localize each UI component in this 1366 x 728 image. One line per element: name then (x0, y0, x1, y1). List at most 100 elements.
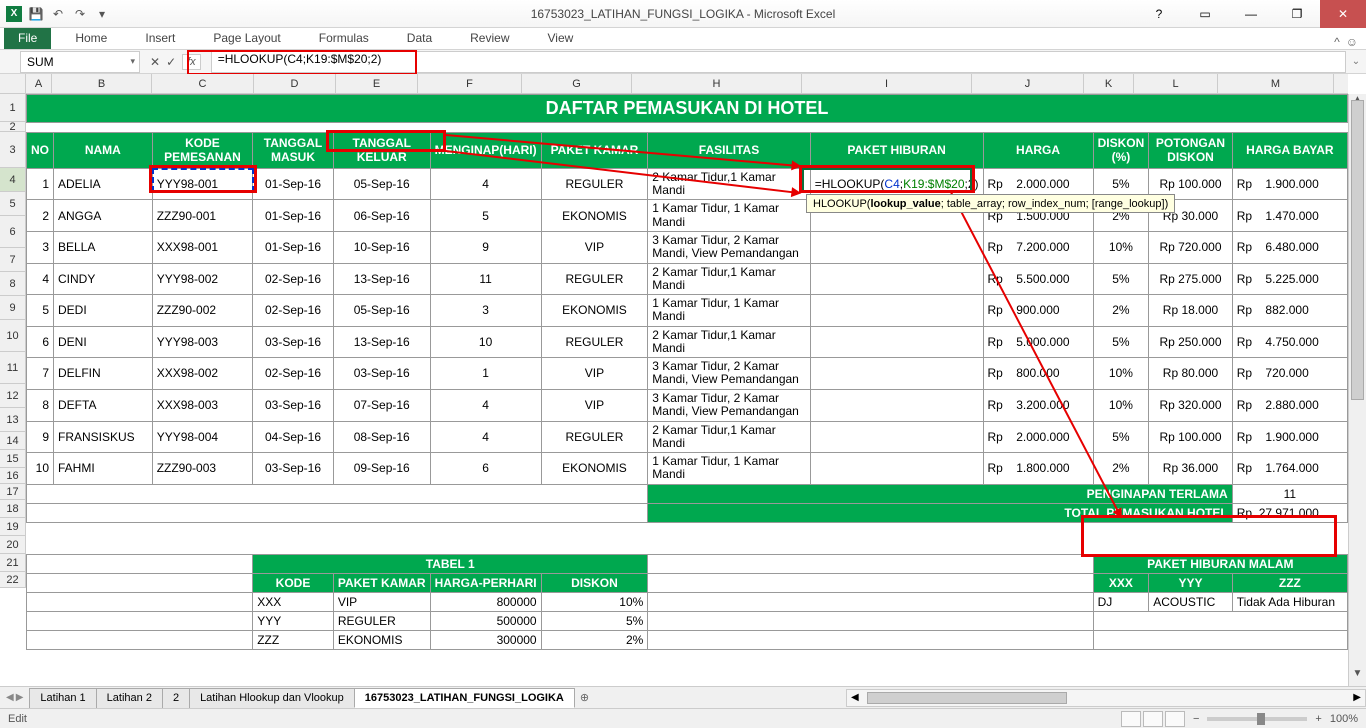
select-all-corner[interactable] (0, 74, 26, 94)
ribbon-tabs: File Home Insert Page Layout Formulas Da… (0, 28, 1366, 50)
hscroll-right-icon[interactable]: ▶ (1349, 692, 1365, 703)
qat-more-icon[interactable]: ▾ (94, 6, 110, 22)
col-header-A[interactable]: A (26, 74, 52, 93)
row-header-7[interactable]: 7 (0, 248, 26, 272)
row-header-10[interactable]: 10 (0, 320, 26, 352)
view-buttons[interactable] (1121, 711, 1185, 727)
row-header-8[interactable]: 8 (0, 272, 26, 296)
col-header-B[interactable]: B (52, 74, 152, 93)
pagelayout-view-icon[interactable] (1143, 711, 1163, 727)
fx-button[interactable]: fx (182, 54, 201, 70)
tab-view[interactable]: View (534, 27, 588, 49)
sheet-tab-0[interactable]: Latihan 1 (29, 688, 96, 708)
pagebreak-view-icon[interactable] (1165, 711, 1185, 727)
row-header-9[interactable]: 9 (0, 296, 26, 320)
col-header-M[interactable]: M (1218, 74, 1334, 93)
col-header-E[interactable]: E (336, 74, 418, 93)
ribbon-options-icon[interactable]: ▭ (1182, 0, 1228, 28)
row-header-4[interactable]: 4 (0, 168, 26, 192)
sheet-tab-1[interactable]: Latihan 2 (96, 688, 163, 708)
tab-insert[interactable]: Insert (131, 27, 189, 49)
col-header-G[interactable]: G (522, 74, 632, 93)
normal-view-icon[interactable] (1121, 711, 1141, 727)
row-header-19[interactable]: 19 (0, 518, 26, 536)
minimize-button[interactable]: — (1228, 0, 1274, 28)
row-header-13[interactable]: 13 (0, 408, 26, 432)
status-bar: Edit − + 100% (0, 708, 1366, 728)
quick-access-toolbar: X 💾 ↶ ↷ ▾ (0, 6, 110, 22)
zoom-minus-icon[interactable]: − (1193, 713, 1199, 725)
column-headers[interactable]: ABCDEFGHIJKLM (26, 74, 1348, 94)
formula-bar: SUM ✕ ✓ fx =HLOOKUP(C4;K19:$M$20;2) ⌄ (0, 50, 1366, 74)
horizontal-scrollbar[interactable]: ◀ ▶ (846, 689, 1366, 707)
col-header-J[interactable]: J (972, 74, 1084, 93)
window-controls: ? ▭ — ❐ ✕ (1136, 0, 1366, 28)
title-bar: X 💾 ↶ ↷ ▾ 16753023_LATIHAN_FUNGSI_LOGIKA… (0, 0, 1366, 28)
collapse-ribbon-icon[interactable]: ^ (1334, 35, 1340, 49)
save-icon[interactable]: 💾 (28, 6, 44, 22)
sheet-tab-2[interactable]: 2 (162, 688, 190, 708)
smiley-icon[interactable]: ☺ (1346, 35, 1358, 49)
col-header-L[interactable]: L (1134, 74, 1218, 93)
sheet-tab-3[interactable]: Latihan Hlookup dan Vlookup (189, 688, 355, 708)
row-header-18[interactable]: 18 (0, 500, 26, 518)
close-button[interactable]: ✕ (1320, 0, 1366, 28)
vertical-scrollbar[interactable]: ▲ ▼ (1348, 94, 1366, 686)
vscroll-thumb[interactable] (1351, 100, 1364, 400)
col-header-C[interactable]: C (152, 74, 254, 93)
row-header-15[interactable]: 15 (0, 450, 26, 468)
row-header-17[interactable]: 17 (0, 484, 26, 500)
formula-input[interactable]: =HLOOKUP(C4;K19:$M$20;2) (211, 51, 1346, 73)
new-sheet-button[interactable]: ⊕ (574, 689, 595, 706)
redo-icon[interactable]: ↷ (72, 6, 88, 22)
row-header-5[interactable]: 5 (0, 192, 26, 216)
row-header-16[interactable]: 16 (0, 468, 26, 484)
tab-page-layout[interactable]: Page Layout (199, 27, 294, 49)
row-header-1[interactable]: 1 (0, 94, 26, 122)
cancel-formula-icon[interactable]: ✕ (150, 55, 160, 69)
col-header-H[interactable]: H (632, 74, 802, 93)
sheet-nav[interactable]: ◀▶ (0, 692, 29, 703)
ribbon-right-icons: ^ ☺ (1334, 35, 1366, 49)
maximize-button[interactable]: ❐ (1274, 0, 1320, 28)
function-tooltip: HLOOKUP(lookup_value; table_array; row_i… (806, 194, 1175, 213)
hscroll-thumb[interactable] (867, 692, 1067, 704)
zoom-slider[interactable] (1207, 717, 1307, 721)
row-header-3[interactable]: 3 (0, 132, 26, 168)
tab-file[interactable]: File (4, 27, 51, 49)
cells-viewport[interactable]: DAFTAR PEMASUKAN DI HOTELNONAMAKODE PEME… (26, 94, 1348, 686)
row-header-22[interactable]: 22 (0, 572, 26, 588)
tab-review[interactable]: Review (456, 27, 523, 49)
row-headers[interactable]: 12345678910111213141516171819202122 (0, 94, 26, 588)
tab-formulas[interactable]: Formulas (305, 27, 383, 49)
excel-icon: X (6, 6, 22, 22)
formula-controls: ✕ ✓ fx (140, 54, 211, 70)
status-mode: Edit (8, 713, 27, 725)
row-header-14[interactable]: 14 (0, 432, 26, 450)
undo-icon[interactable]: ↶ (50, 6, 66, 22)
spreadsheet-grid[interactable]: DAFTAR PEMASUKAN DI HOTELNONAMAKODE PEME… (26, 94, 1348, 650)
row-header-21[interactable]: 21 (0, 554, 26, 572)
zoom-level: 100% (1330, 713, 1358, 725)
hscroll-left-icon[interactable]: ◀ (847, 692, 863, 703)
name-box[interactable]: SUM (20, 51, 140, 73)
enter-formula-icon[interactable]: ✓ (166, 55, 176, 69)
zoom-plus-icon[interactable]: + (1315, 713, 1321, 725)
sheet-tabs-bar: ◀▶ Latihan 1Latihan 22Latihan Hlookup da… (0, 686, 1366, 708)
col-header-I[interactable]: I (802, 74, 972, 93)
scroll-down-arrow-icon[interactable]: ▼ (1349, 668, 1366, 686)
row-header-12[interactable]: 12 (0, 384, 26, 408)
expand-formula-bar-icon[interactable]: ⌄ (1346, 56, 1366, 67)
help-icon[interactable]: ? (1136, 0, 1182, 28)
worksheet-area: ABCDEFGHIJKLM 12345678910111213141516171… (0, 74, 1366, 686)
sheet-tab-4[interactable]: 16753023_LATIHAN_FUNGSI_LOGIKA (354, 688, 575, 708)
tab-home[interactable]: Home (61, 27, 121, 49)
col-header-K[interactable]: K (1084, 74, 1134, 93)
row-header-2[interactable]: 2 (0, 122, 26, 132)
row-header-20[interactable]: 20 (0, 536, 26, 554)
col-header-D[interactable]: D (254, 74, 336, 93)
row-header-6[interactable]: 6 (0, 216, 26, 248)
row-header-11[interactable]: 11 (0, 352, 26, 384)
col-header-F[interactable]: F (418, 74, 522, 93)
tab-data[interactable]: Data (393, 27, 446, 49)
